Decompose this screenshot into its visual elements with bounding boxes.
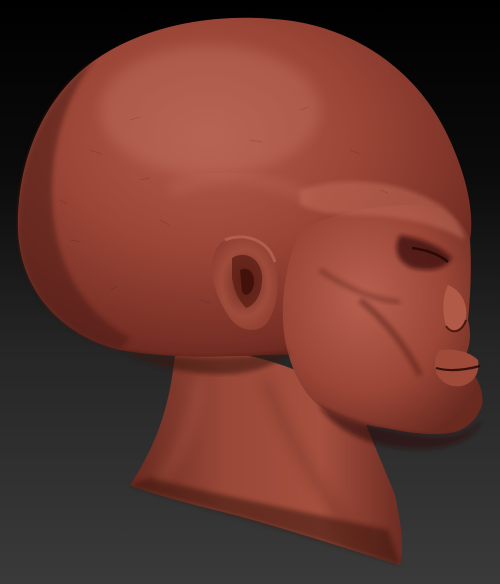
sculpt-viewport (0, 0, 500, 584)
alien-head-render (17, 17, 483, 565)
